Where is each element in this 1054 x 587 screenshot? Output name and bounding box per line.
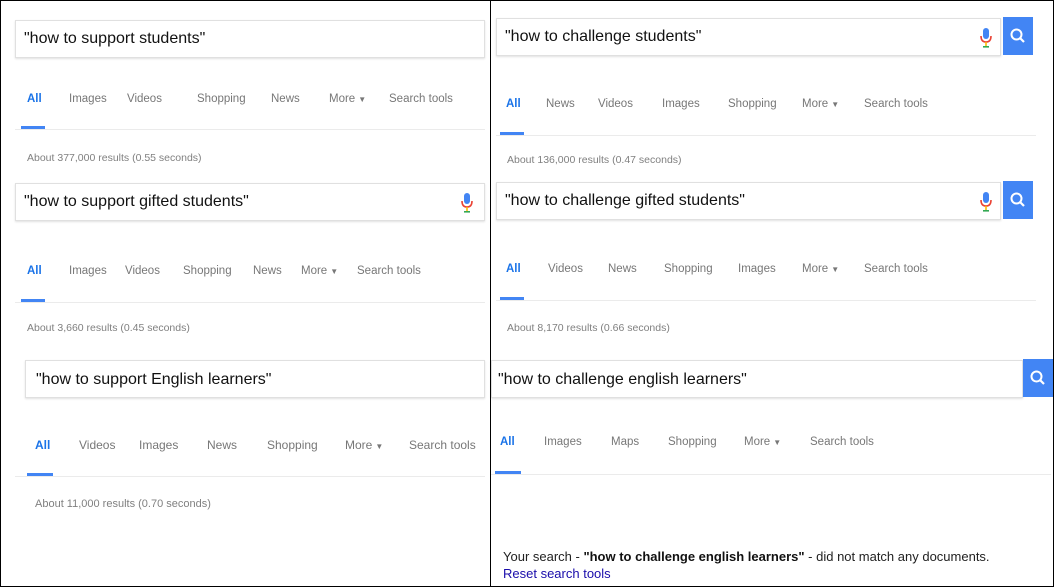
search-magnifier-icon (1010, 192, 1025, 207)
tabs-separator (491, 474, 1051, 475)
search-box[interactable]: "how to challenge english learners" (491, 360, 1023, 398)
search-button[interactable] (1003, 17, 1033, 55)
search-box[interactable]: "how to challenge students" (496, 18, 1001, 56)
tab-videos[interactable]: Videos (598, 98, 633, 110)
tabs-separator (496, 300, 1036, 301)
microphone-icon[interactable] (979, 27, 993, 49)
tab-shopping[interactable]: Shopping (664, 263, 713, 275)
tab-videos[interactable]: Videos (548, 263, 583, 275)
tabs-separator (15, 129, 485, 130)
tab-more-label: More (744, 436, 771, 448)
result-stats: About 11,000 results (0.70 seconds) (35, 498, 211, 510)
tab-all[interactable]: All (27, 93, 42, 105)
search-box[interactable]: "how to challenge gifted students" (496, 182, 1001, 220)
tab-shopping[interactable]: Shopping (267, 438, 318, 452)
tab-images[interactable]: Images (662, 98, 700, 110)
tab-news[interactable]: News (271, 93, 300, 105)
tab-search-tools[interactable]: Search tools (409, 438, 476, 452)
tab-shopping[interactable]: Shopping (183, 265, 232, 277)
search-query[interactable]: "how to support students" (24, 30, 205, 48)
tab-images[interactable]: Images (544, 436, 582, 448)
result-stats: About 3,660 results (0.45 seconds) (27, 322, 190, 334)
microphone-icon[interactable] (460, 192, 474, 214)
tab-all[interactable]: All (500, 436, 515, 448)
screenshot-frame: "how to support students" All Images Vid… (0, 0, 1054, 587)
caret-down-icon: ▼ (773, 438, 782, 447)
result-stats: About 377,000 results (0.55 seconds) (27, 152, 202, 164)
tab-all[interactable]: All (506, 263, 521, 275)
search-magnifier-icon (1030, 370, 1045, 385)
search-box[interactable]: "how to support gifted students" (15, 183, 485, 221)
caret-down-icon: ▼ (375, 442, 384, 451)
tab-all[interactable]: All (506, 98, 521, 110)
caret-down-icon: ▼ (330, 267, 339, 276)
tab-more-label: More (802, 98, 829, 110)
tab-search-tools[interactable]: Search tools (864, 98, 928, 110)
tab-more-label: More (802, 263, 829, 275)
tab-more[interactable]: More ▼ (802, 263, 839, 275)
tab-search-tools[interactable]: Search tools (864, 263, 928, 275)
tab-news[interactable]: News (207, 438, 237, 452)
result-stats: About 136,000 results (0.47 seconds) (507, 154, 682, 166)
search-query[interactable]: "how to challenge gifted students" (505, 192, 745, 210)
tab-more[interactable]: More ▼ (301, 265, 338, 277)
search-magnifier-icon (1010, 28, 1025, 43)
microphone-icon[interactable] (979, 191, 993, 213)
no-match-query: "how to challenge english learners" (583, 549, 805, 564)
tab-shopping[interactable]: Shopping (668, 436, 717, 448)
tab-more-label: More (329, 93, 356, 105)
tab-more-label: More (301, 265, 328, 277)
tab-more[interactable]: More ▼ (329, 93, 366, 105)
no-match-suffix: - did not match any documents. (804, 549, 990, 564)
tab-images[interactable]: Images (738, 263, 776, 275)
search-button[interactable] (1003, 181, 1033, 219)
search-box[interactable]: "how to support students" (15, 20, 485, 58)
tab-more[interactable]: More ▼ (744, 436, 781, 448)
search-button[interactable] (1023, 359, 1053, 397)
search-query[interactable]: "how to challenge english learners" (498, 371, 747, 389)
search-query[interactable]: "how to support gifted students" (24, 193, 249, 211)
tab-news[interactable]: News (546, 98, 575, 110)
caret-down-icon: ▼ (831, 265, 840, 274)
no-match-message: Your search - "how to challenge english … (503, 549, 990, 564)
tab-images[interactable]: Images (69, 93, 107, 105)
search-query[interactable]: "how to challenge students" (505, 28, 701, 46)
tab-search-tools[interactable]: Search tools (389, 93, 453, 105)
tab-search-tools[interactable]: Search tools (357, 265, 421, 277)
tab-videos[interactable]: Videos (125, 265, 160, 277)
caret-down-icon: ▼ (358, 95, 367, 104)
tabs-separator (15, 302, 485, 303)
tab-videos[interactable]: Videos (79, 438, 115, 452)
search-box[interactable]: "how to support English learners" (25, 360, 485, 398)
tab-maps[interactable]: Maps (611, 436, 639, 448)
tab-news[interactable]: News (608, 263, 637, 275)
tab-news[interactable]: News (253, 265, 282, 277)
column-divider (490, 1, 491, 586)
tab-all[interactable]: All (27, 265, 42, 277)
tab-images[interactable]: Images (69, 265, 107, 277)
tabs-separator (15, 476, 485, 477)
search-query[interactable]: "how to support English learners" (36, 371, 271, 389)
result-stats: About 8,170 results (0.66 seconds) (507, 322, 670, 334)
tab-shopping[interactable]: Shopping (728, 98, 777, 110)
tab-videos[interactable]: Videos (127, 93, 162, 105)
tab-images[interactable]: Images (139, 438, 178, 452)
tab-more[interactable]: More ▼ (345, 438, 383, 452)
no-match-prefix: Your search - (503, 549, 584, 564)
tabs-separator (496, 135, 1036, 136)
reset-search-tools-link[interactable]: Reset search tools (503, 566, 611, 581)
caret-down-icon: ▼ (831, 100, 840, 109)
tab-shopping[interactable]: Shopping (197, 93, 246, 105)
tab-search-tools[interactable]: Search tools (810, 436, 874, 448)
tab-more[interactable]: More ▼ (802, 98, 839, 110)
tab-all[interactable]: All (35, 438, 50, 452)
tab-more-label: More (345, 438, 373, 452)
